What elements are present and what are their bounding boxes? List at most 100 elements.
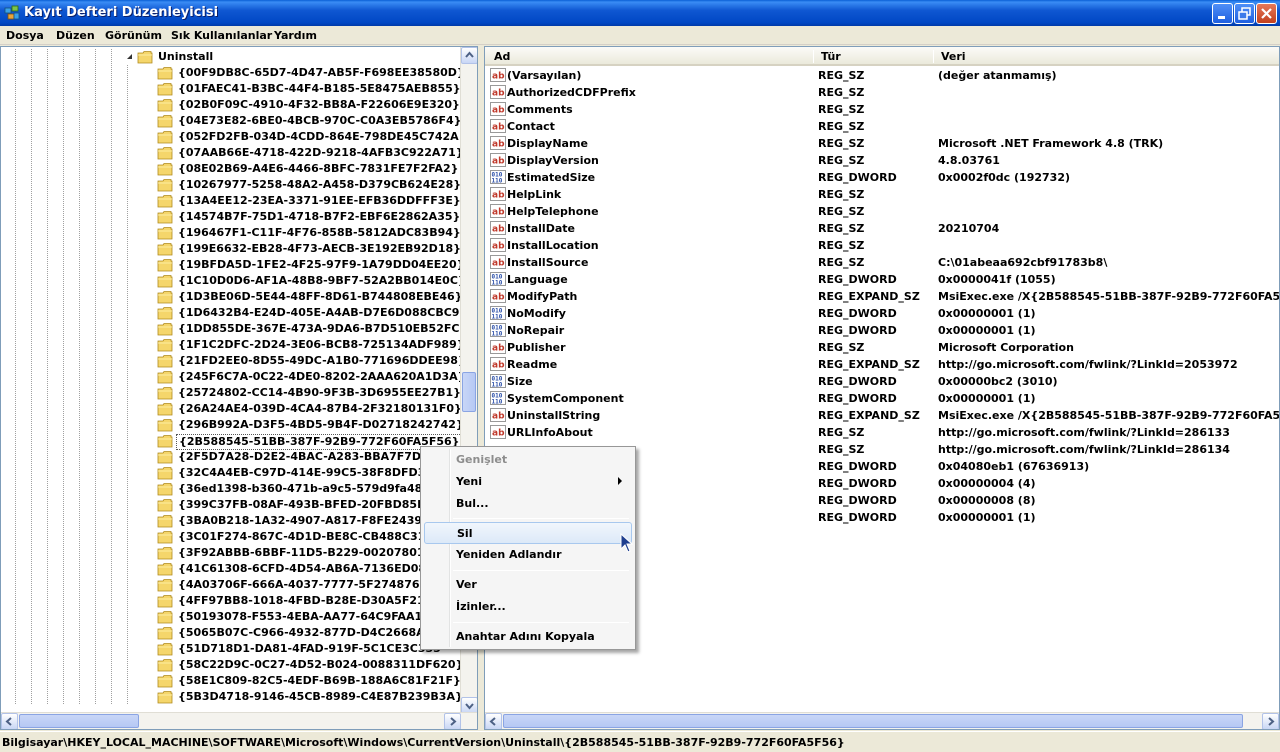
tree-item-label: {1F1C2DFC-2D24-3E06-BCB8-725134ADF989}	[178, 338, 465, 351]
minimize-button[interactable]	[1212, 3, 1233, 24]
collapse-arrow-icon[interactable]	[125, 49, 135, 65]
value-name: SystemComponent	[507, 392, 624, 405]
value-row[interactable]: ab DisplayName REG_SZ Microsoft .NET Framew…	[485, 135, 1279, 152]
tree-guide-lines	[1, 289, 141, 305]
value-row[interactable]: ab URLInfoAbout REG_SZ http://go.microsoft.…	[485, 424, 1279, 441]
value-row[interactable]: 010 110 SystemComponent REG_DWORD 0x00000001…	[485, 390, 1279, 407]
value-row[interactable]: ab (Varsayılan) REG_SZ (değer atanmamış)	[485, 67, 1279, 84]
title-bar[interactable]: Kayıt Defteri Düzenleyicisi	[0, 0, 1280, 26]
folder-icon	[157, 546, 173, 560]
value-row[interactable]: ab Readme REG_EXPAND_SZ http://go.microsoft…	[485, 356, 1279, 373]
value-type: REG_DWORD	[818, 494, 897, 507]
scroll-left-button[interactable]	[1, 713, 18, 729]
value-row[interactable]: 010 110 NoRepair REG_DWORD 0x00000001 (1)	[485, 322, 1279, 339]
tree-guide-lines	[1, 177, 141, 193]
menu-help[interactable]: Yardım	[274, 29, 317, 42]
column-divider[interactable]	[933, 50, 934, 63]
scroll-left-button[interactable]	[485, 713, 502, 729]
column-header-type[interactable]: Tür	[821, 50, 841, 63]
menu-item-permissions[interactable]: İzinler...	[424, 596, 632, 618]
menu-file[interactable]: Dosya	[6, 29, 44, 42]
menu-item-delete[interactable]: Sil	[424, 522, 632, 544]
menu-item-rename[interactable]: Yeniden Adlandır	[424, 544, 632, 566]
column-divider[interactable]	[813, 50, 814, 63]
tree-guide-lines	[1, 97, 141, 113]
value-type: REG_DWORD	[818, 273, 897, 286]
string-value-icon: ab	[490, 238, 506, 252]
string-value-icon: ab	[490, 340, 506, 354]
string-value-icon: ab	[490, 85, 506, 99]
tree-item-label: {07AAB66E-4718-422D-9218-4AFB3C922A71}	[178, 146, 464, 159]
value-row[interactable]: ab InstallLocation REG_SZ	[485, 237, 1279, 254]
scroll-right-button[interactable]	[444, 713, 461, 729]
scroll-thumb[interactable]	[19, 714, 139, 728]
svg-text:ab: ab	[492, 191, 505, 201]
column-header-name[interactable]: Ad	[494, 50, 510, 63]
tree-guide-lines	[1, 161, 141, 177]
folder-icon	[157, 306, 173, 320]
tree-guide-lines	[1, 353, 141, 369]
value-data: 0x0002f0dc (192732)	[938, 171, 1071, 184]
value-type: REG_EXPAND_SZ	[818, 358, 920, 371]
value-name: InstallSource	[507, 256, 589, 269]
window-title: Kayıt Defteri Düzenleyicisi	[24, 5, 219, 20]
scroll-up-button[interactable]	[461, 47, 477, 64]
maximize-button[interactable]	[1234, 3, 1255, 24]
key-tree-pane[interactable]: Uninstall {00F9DB8C-65D7-4D47-AB5F-F698EE…	[0, 46, 478, 730]
value-row[interactable]: ab InstallDate REG_SZ 20210704	[485, 220, 1279, 237]
value-data: MsiExec.exe /X{2B588545-51BB-387F-92B9-7…	[938, 290, 1280, 303]
tree-guide-lines	[1, 225, 141, 241]
value-row[interactable]: 010 110 Size REG_DWORD 0x00000bc2 (3010)	[485, 373, 1279, 390]
scroll-thumb[interactable]	[503, 714, 1243, 728]
value-data: 0x00000001 (1)	[938, 324, 1036, 337]
menu-favorites[interactable]: Sık Kullanılanlar	[171, 29, 272, 42]
value-row[interactable]: ab DisplayVersion REG_SZ 4.8.03761	[485, 152, 1279, 169]
menu-item-export[interactable]: Ver	[424, 574, 632, 596]
value-row[interactable]: 010 110 Language REG_DWORD 0x0000041f (1055)	[485, 271, 1279, 288]
folder-icon	[157, 642, 173, 656]
string-value-icon: ab	[490, 357, 506, 371]
value-row[interactable]: ab AuthorizedCDFPrefix REG_SZ	[485, 84, 1279, 101]
folder-icon	[157, 210, 173, 224]
value-row[interactable]: ab ModifyPath REG_EXPAND_SZ MsiExec.exe /X{…	[485, 288, 1280, 305]
value-row[interactable]: ab HelpTelephone REG_SZ	[485, 203, 1279, 220]
tree-horizontal-scrollbar[interactable]	[1, 712, 477, 729]
svg-text:ab: ab	[492, 140, 505, 150]
list-horizontal-scrollbar[interactable]	[485, 712, 1279, 729]
tree-guide-lines	[1, 305, 141, 321]
value-row[interactable]: ab HelpLink REG_SZ	[485, 186, 1279, 203]
close-icon	[1261, 8, 1272, 19]
value-row[interactable]: ab Contact REG_SZ	[485, 118, 1279, 135]
tree-item-label: {04E73E82-6BE0-4BCB-970C-C0A3EB5786F4}	[178, 114, 462, 127]
value-data: 0x04080eb1 (67636913)	[938, 460, 1090, 473]
value-type: REG_DWORD	[818, 477, 897, 490]
menu-item-new[interactable]: Yeni	[424, 471, 632, 493]
menu-edit[interactable]: Düzen	[56, 29, 95, 42]
value-name: Comments	[507, 103, 573, 116]
svg-text:110: 110	[492, 399, 503, 406]
value-row[interactable]: 010 110 NoModify REG_DWORD 0x00000001 (1)	[485, 305, 1279, 322]
tree-guide-lines	[1, 321, 141, 337]
menu-item-copy-key-name[interactable]: Anahtar Adını Kopyala	[424, 626, 632, 648]
scroll-right-button[interactable]	[1262, 713, 1279, 729]
value-name: NoModify	[507, 307, 566, 320]
binary-value-icon: 010 110	[490, 272, 506, 287]
tree-guide-lines	[1, 49, 125, 65]
value-row[interactable]: 010 110 EstimatedSize REG_DWORD 0x0002f0dc (…	[485, 169, 1279, 186]
svg-text:ab: ab	[492, 72, 505, 82]
value-row[interactable]: ab Comments REG_SZ	[485, 101, 1279, 118]
string-value-icon: ab	[490, 136, 506, 150]
value-data: 0x00000bc2 (3010)	[938, 375, 1058, 388]
value-row[interactable]: ab InstallSource REG_SZ C:\01abeaa692cbf917…	[485, 254, 1279, 271]
arrow-right-icon	[450, 717, 457, 726]
menu-item-find[interactable]: Bul...	[424, 493, 632, 515]
value-type: REG_SZ	[818, 239, 865, 252]
svg-text:110: 110	[492, 382, 503, 389]
close-button[interactable]	[1256, 3, 1277, 24]
menu-view[interactable]: Görünüm	[105, 29, 162, 42]
value-row[interactable]: ab UninstallString REG_EXPAND_SZ MsiExec.ex…	[485, 407, 1279, 424]
value-row[interactable]: ab Publisher REG_SZ Microsoft Corporation	[485, 339, 1279, 356]
value-name: UninstallString	[507, 409, 601, 422]
scroll-thumb[interactable]	[462, 372, 476, 412]
column-header-data[interactable]: Veri	[941, 50, 966, 63]
